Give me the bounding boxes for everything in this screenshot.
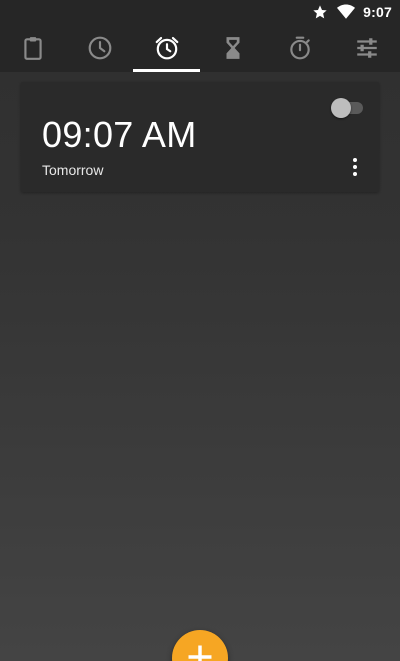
wifi-icon <box>337 3 356 21</box>
tab-bar <box>0 24 400 72</box>
alarm-day: Tomorrow <box>42 162 104 178</box>
plus-icon <box>188 645 212 661</box>
alarm-time[interactable]: 09:07 AM <box>42 114 197 156</box>
app-screen: 9:07 09:07 AM Tomorrow <box>0 0 400 661</box>
clock-icon <box>88 36 112 60</box>
tab-stopwatch[interactable] <box>267 24 334 72</box>
alarm-clock-icon <box>155 36 179 60</box>
alarm-toggle[interactable] <box>331 98 363 118</box>
more-options-icon[interactable] <box>345 156 365 178</box>
stopwatch-icon <box>290 36 310 60</box>
tab-indicator <box>133 69 201 72</box>
star-icon <box>311 3 329 21</box>
tab-settings[interactable] <box>333 24 400 72</box>
hourglass-icon <box>226 37 240 59</box>
add-alarm-button[interactable] <box>172 630 228 661</box>
tab-clipboard[interactable] <box>0 24 67 72</box>
tab-timer[interactable] <box>200 24 267 72</box>
alarm-card[interactable]: 09:07 AM Tomorrow <box>21 82 379 192</box>
tab-alarm[interactable] <box>133 24 201 72</box>
toggle-thumb <box>331 98 351 118</box>
tab-clock[interactable] <box>67 24 134 72</box>
clipboard-icon <box>24 37 42 60</box>
status-bar: 9:07 <box>0 0 400 24</box>
status-time: 9:07 <box>363 4 392 20</box>
sliders-icon <box>356 38 377 58</box>
